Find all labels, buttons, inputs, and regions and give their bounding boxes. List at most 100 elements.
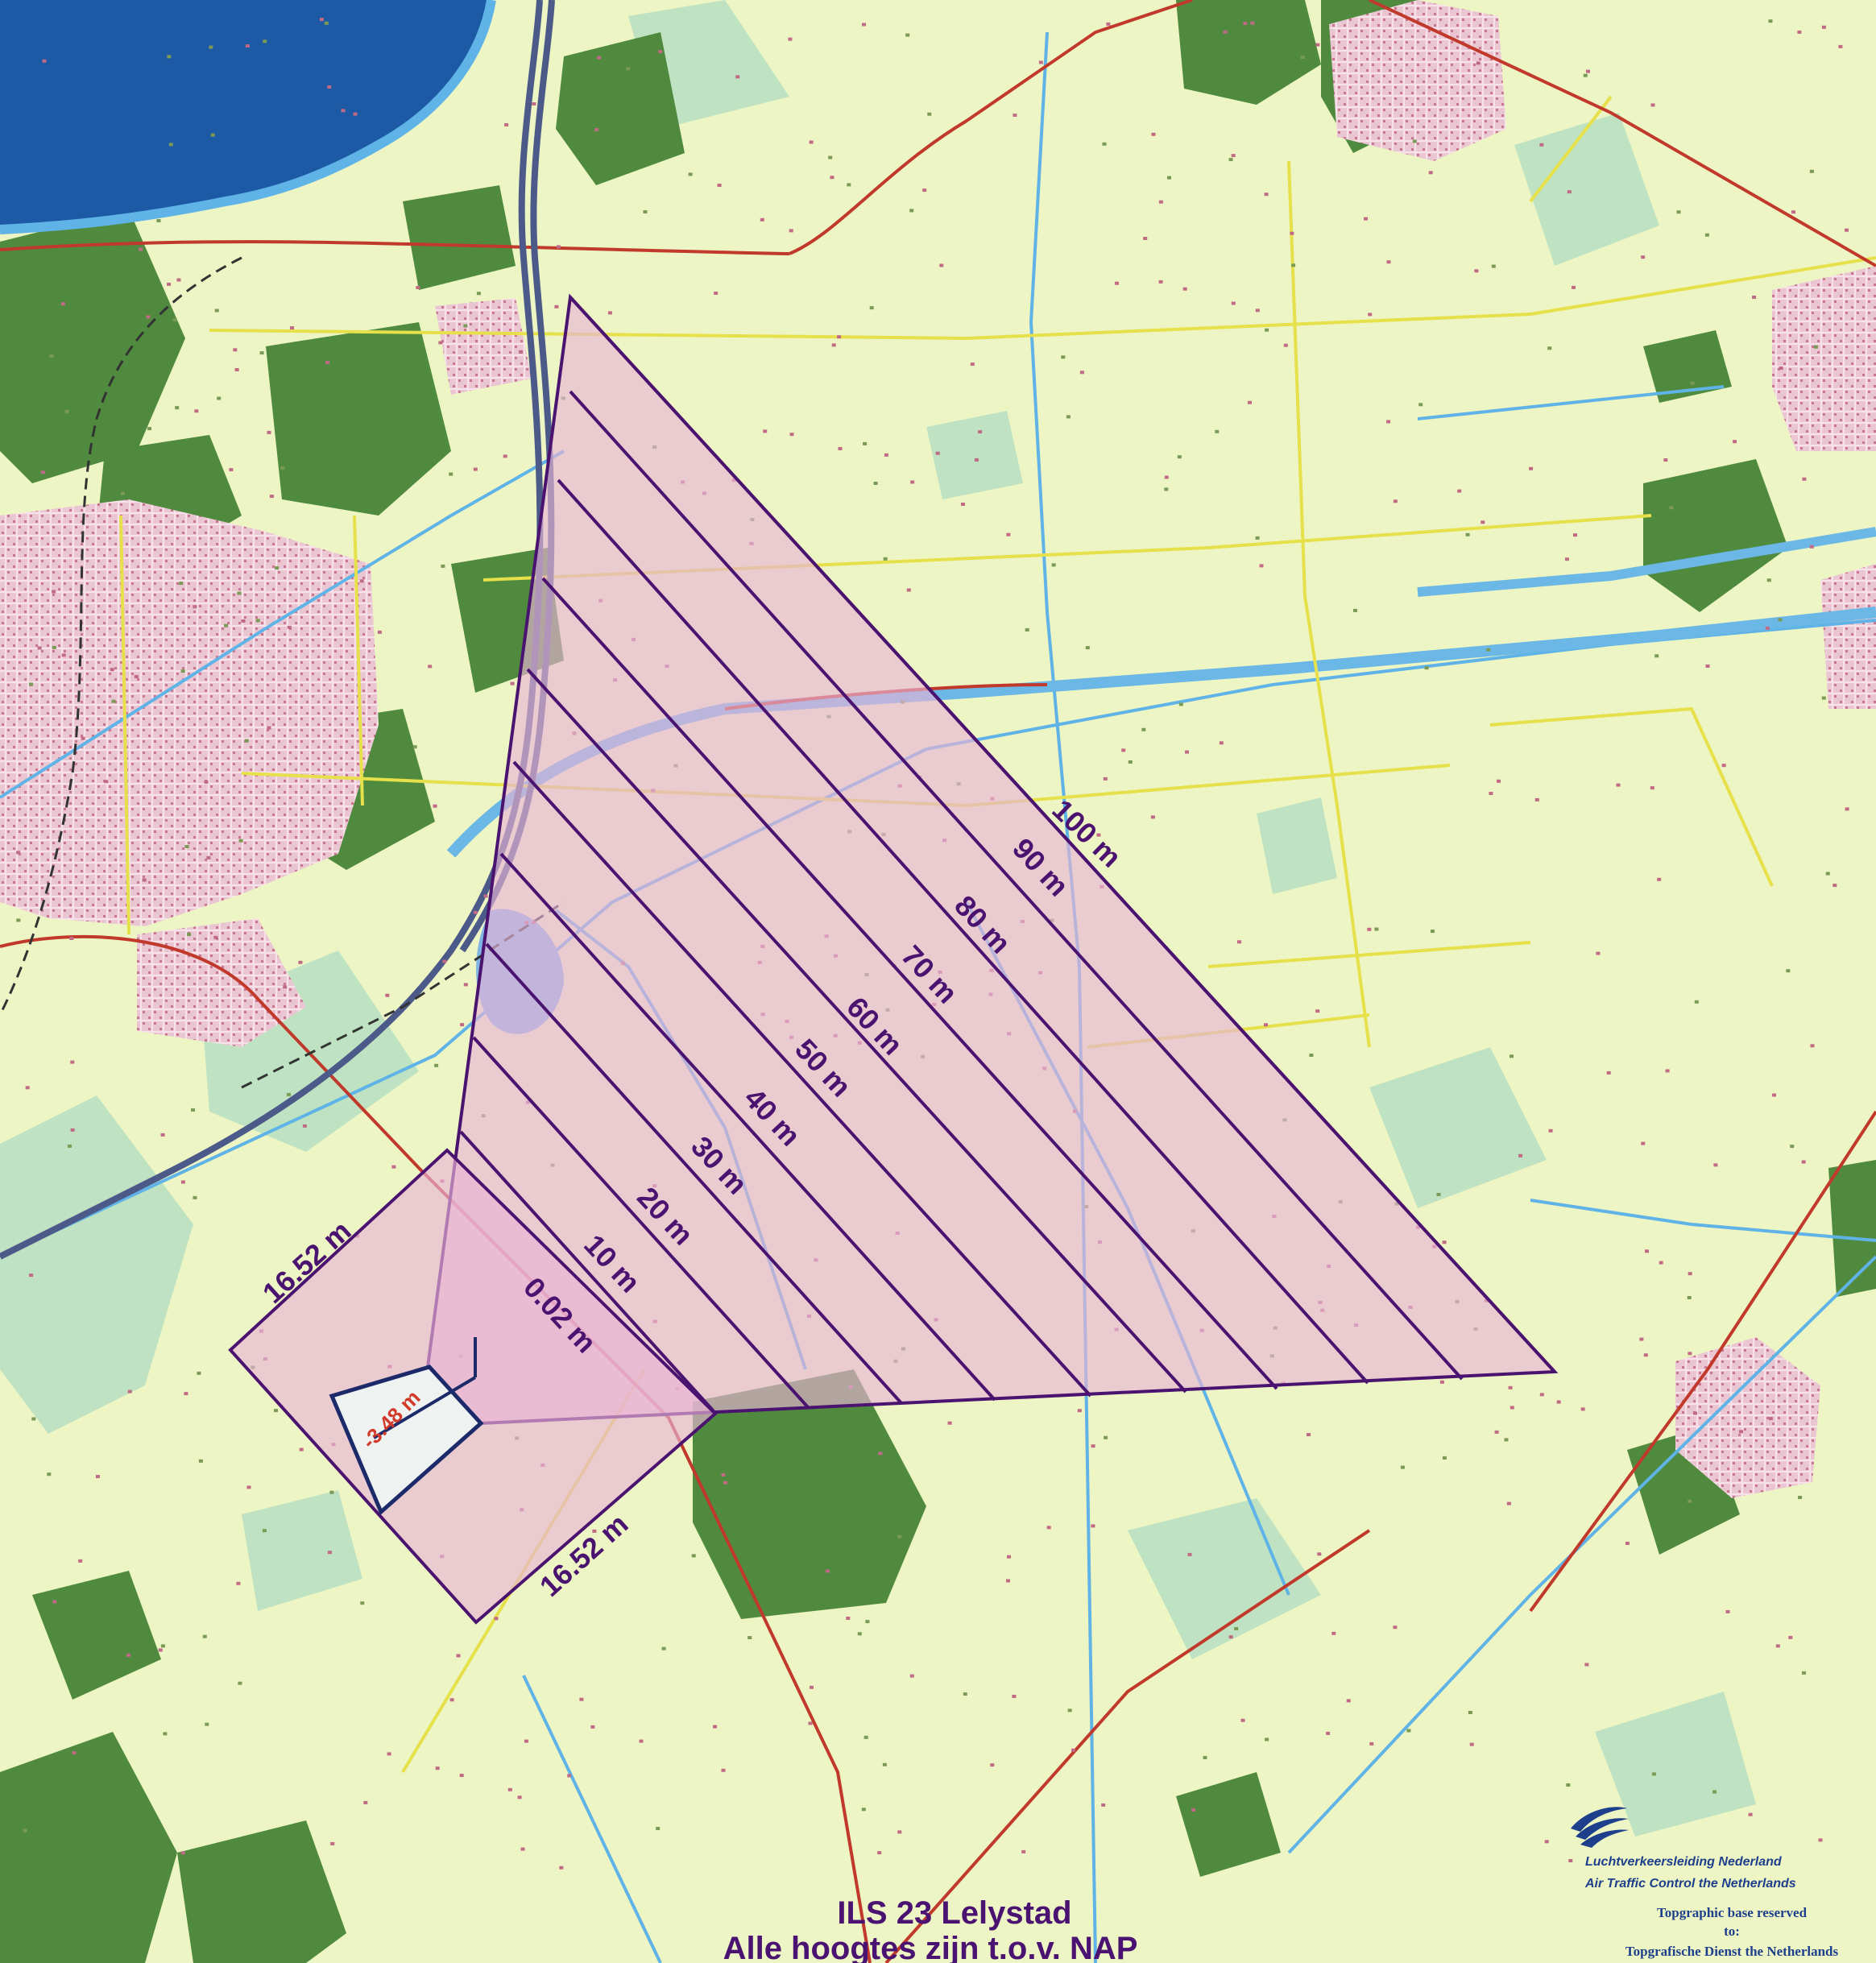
farm-marker (717, 184, 722, 187)
farm-marker (910, 480, 915, 484)
farm-marker (1431, 930, 1435, 934)
farm-marker (236, 1581, 241, 1585)
farm-marker (1264, 193, 1269, 197)
farm-marker (64, 409, 69, 413)
farm-marker (25, 1086, 30, 1090)
farm-marker (194, 409, 199, 413)
farm-marker (1255, 309, 1260, 313)
farm-marker (267, 726, 271, 730)
farm-marker (863, 1735, 868, 1739)
farm-marker (1158, 200, 1163, 204)
farm-marker (302, 1124, 307, 1128)
farm-marker (1104, 1435, 1108, 1439)
farm-marker (1688, 1499, 1692, 1503)
farm-marker (830, 176, 834, 180)
farm-marker (193, 605, 197, 609)
farm-marker (111, 699, 116, 703)
farm-marker (1259, 564, 1264, 568)
farm-marker (1775, 1644, 1780, 1648)
farm-marker (184, 1392, 188, 1396)
farm-marker (1046, 1526, 1051, 1530)
farm-marker (330, 1841, 335, 1845)
topographic-map[interactable]: 100 m 90 m 80 m 70 m 60 m 50 m 40 m 30 m… (0, 0, 1876, 1963)
farm-marker (460, 1023, 465, 1027)
farm-marker (970, 362, 975, 367)
farm-marker (1712, 1790, 1717, 1794)
farm-marker (1663, 458, 1668, 462)
farm-marker (473, 910, 478, 914)
farm-marker (1583, 73, 1588, 77)
farm-marker (456, 1654, 461, 1658)
farm-marker (721, 1473, 726, 1476)
farm-marker (1283, 343, 1288, 347)
farm-marker (510, 681, 515, 685)
farm-marker (723, 1481, 728, 1485)
farm-marker (1568, 1859, 1573, 1862)
farm-marker (1566, 1783, 1571, 1787)
farm-marker (1291, 263, 1296, 267)
farm-marker (1364, 217, 1368, 221)
farm-marker (1725, 1609, 1730, 1613)
farm-marker (1300, 56, 1305, 60)
farm-marker (1748, 1812, 1753, 1816)
farm-marker (209, 45, 213, 49)
farm-marker (1821, 696, 1826, 700)
farm-marker (1346, 1699, 1351, 1703)
farm-marker (597, 56, 602, 60)
farm-marker (104, 780, 109, 784)
farm-marker (1845, 228, 1849, 232)
farm-marker (217, 396, 222, 400)
farm-marker (1178, 702, 1183, 706)
farm-marker (935, 451, 940, 455)
farm-marker (1821, 25, 1826, 29)
farm-marker (176, 278, 181, 282)
farm-marker (1639, 1337, 1644, 1341)
farm-marker (175, 406, 180, 410)
farm-marker (1177, 455, 1182, 459)
farm-marker (1012, 1695, 1017, 1698)
farm-marker (1237, 940, 1241, 944)
map-subtitle: Alle hoogtes zijn t.o.v. NAP (723, 1931, 1138, 1963)
farm-marker (1508, 1385, 1513, 1389)
farm-marker (1676, 210, 1681, 214)
farm-marker (1586, 69, 1590, 73)
farm-marker (735, 75, 740, 79)
farm-marker (180, 1180, 185, 1184)
credit-line-3: Topgrafische Dienst the Netherlands (1625, 1944, 1839, 1959)
farm-marker (463, 324, 468, 328)
farm-marker (1772, 1093, 1776, 1097)
farm-marker (760, 217, 764, 222)
farm-marker (1798, 1496, 1803, 1499)
farm-marker (476, 292, 481, 296)
farm-marker (1234, 1627, 1239, 1630)
farm-marker (1687, 1296, 1692, 1299)
farm-marker (1228, 1635, 1233, 1639)
farm-marker (554, 304, 559, 309)
farm-marker (763, 429, 768, 433)
farm-marker (205, 1722, 209, 1726)
farm-marker (1641, 255, 1646, 259)
farm-marker (1400, 1465, 1405, 1469)
farm-marker (1077, 1409, 1082, 1413)
farm-marker (441, 564, 445, 568)
farm-marker (78, 1559, 83, 1563)
farm-marker (877, 1851, 882, 1855)
farm-marker (1367, 927, 1372, 931)
farm-marker (433, 804, 437, 808)
farm-marker (172, 318, 177, 322)
farm-marker (70, 1128, 75, 1132)
farm-marker (1802, 1671, 1806, 1675)
farm-marker (1353, 608, 1357, 612)
farm-marker (52, 645, 56, 649)
farm-marker (661, 1646, 666, 1650)
farm-marker (324, 21, 329, 25)
farm-marker (897, 1534, 902, 1539)
farm-marker (319, 18, 324, 22)
farm-marker (1641, 1141, 1646, 1145)
farm-marker (184, 845, 189, 848)
farm-marker (233, 348, 238, 352)
farm-marker (590, 1725, 595, 1729)
farm-marker (837, 335, 842, 339)
farm-marker (1079, 371, 1084, 375)
farm-marker (978, 430, 983, 434)
